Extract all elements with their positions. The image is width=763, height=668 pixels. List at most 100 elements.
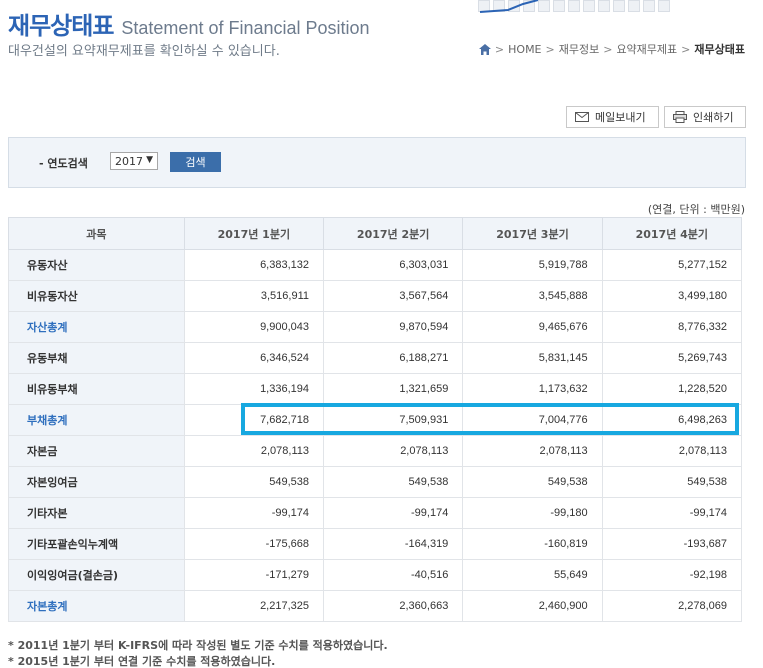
- column-header-q3: 2017년 3분기: [462, 217, 603, 250]
- page-title-korean: 재무상태표: [8, 12, 114, 40]
- print-button[interactable]: 인쇄하기: [664, 106, 746, 128]
- chevron-right-icon: >: [545, 42, 555, 56]
- table-cell: 2,078,113: [322, 435, 464, 467]
- send-mail-label: 메일보내기: [595, 111, 646, 124]
- chevron-right-icon: >: [681, 42, 691, 56]
- table-cell: 2,360,663: [322, 590, 464, 622]
- column-header-q4: 2017년 4분기: [601, 217, 743, 250]
- table-cell: 5,269,743: [601, 342, 743, 374]
- row-label: 부채총계: [8, 404, 185, 436]
- table-row: 기타포괄손익누계액 -175,668 -164,319 -160,819 -193,68…: [8, 528, 743, 560]
- breadcrumb: > HOME > 재무정보 > 요약재무제표 > 재무상태표: [478, 41, 745, 57]
- table-cell: 6,303,031: [322, 249, 464, 281]
- column-header-q2: 2017년 2분기: [322, 217, 464, 250]
- table-header-row: 과목 2017년 1분기 2017년 2분기 2017년 3분기 2017년 4…: [8, 217, 743, 250]
- year-search-label: - 연도검색: [39, 157, 88, 170]
- table-cell: 6,346,524: [183, 342, 325, 374]
- total-liabilities-highlight-box: [241, 403, 739, 435]
- table-cell: -160,819: [462, 528, 603, 560]
- print-label: 인쇄하기: [693, 111, 734, 124]
- row-label: 자본잉여금: [8, 466, 185, 498]
- table-row: 자본잉여금 549,538 549,538 549,538 549,538: [8, 466, 743, 498]
- table-cell: 549,538: [462, 466, 603, 498]
- footnotes: * 2011년 1분기 부터 K-IFRS에 따라 작성된 별도 기준 수치를 …: [8, 638, 388, 668]
- row-label: 유동자산: [8, 249, 185, 281]
- table-cell: 2,078,113: [183, 435, 325, 467]
- table-cell: 9,465,676: [462, 311, 603, 343]
- breadcrumb-summary-statements[interactable]: 요약재무제표: [616, 41, 677, 57]
- table-cell: 1,321,659: [322, 373, 464, 405]
- table-cell: 549,538: [601, 466, 743, 498]
- row-label: 자산총계: [8, 311, 185, 343]
- table-row: 유동자산 6,383,132 6,303,031 5,919,788 5,277,152: [8, 249, 743, 281]
- row-label: 이익잉여금(결손금): [8, 559, 185, 591]
- table-cell: 549,538: [322, 466, 464, 498]
- table-cell: -40,516: [322, 559, 464, 591]
- breadcrumb-current: 재무상태표: [694, 43, 745, 56]
- page-title-english: Statement of Financial Position: [121, 18, 370, 38]
- table-cell: 55,649: [462, 559, 603, 591]
- table-cell: 5,831,145: [462, 342, 603, 374]
- table-cell: -99,174: [183, 497, 325, 529]
- table-row: 자본금 2,078,113 2,078,113 2,078,113 2,078,113: [8, 435, 743, 467]
- column-header-account: 과목: [8, 217, 185, 250]
- year-select[interactable]: 2017 ▼: [110, 152, 158, 170]
- table-row: 이익잉여금(결손금) -171,279 -40,516 55,649 -92,198: [8, 559, 743, 591]
- dropdown-arrow-icon: ▼: [146, 155, 153, 165]
- table-cell: 3,516,911: [183, 280, 325, 312]
- table-cell: -99,180: [462, 497, 603, 529]
- column-header-q1: 2017년 1분기: [183, 217, 325, 250]
- table-cell: 9,900,043: [183, 311, 325, 343]
- row-label: 비유동자산: [8, 280, 185, 312]
- table-cell: 2,078,113: [462, 435, 603, 467]
- row-label: 자본총계: [8, 590, 185, 622]
- table-row: 유동부채 6,346,524 6,188,271 5,831,145 5,269,743: [8, 342, 743, 374]
- table-cell: 3,545,888: [462, 280, 603, 312]
- row-label: 비유동부채: [8, 373, 185, 405]
- year-search-panel: - 연도검색 2017 ▼ 검색: [8, 137, 746, 188]
- table-cell: -92,198: [601, 559, 743, 591]
- table-cell: 1,228,520: [601, 373, 743, 405]
- table-cell: 5,277,152: [601, 249, 743, 281]
- page-title: 재무상태표 Statement of Financial Position: [8, 6, 370, 41]
- table-cell: -164,319: [322, 528, 464, 560]
- chevron-right-icon: >: [494, 42, 505, 56]
- table-cell: -99,174: [601, 497, 743, 529]
- table-cell: -99,174: [322, 497, 464, 529]
- table-row: 자본총계 2,217,325 2,360,663 2,460,900 2,278,069: [8, 590, 743, 622]
- table-cell: 2,078,113: [601, 435, 743, 467]
- row-label: 기타자본: [8, 497, 185, 529]
- header-graph-image: [478, 0, 676, 16]
- table-cell: -193,687: [601, 528, 743, 560]
- table-row: 비유동부채 1,336,194 1,321,659 1,173,632 1,228,52…: [8, 373, 743, 405]
- breadcrumb-financial-info[interactable]: 재무정보: [559, 41, 599, 57]
- breadcrumb-home[interactable]: HOME: [508, 43, 541, 56]
- table-row: 자산총계 9,900,043 9,870,594 9,465,676 8,776,332: [8, 311, 743, 343]
- footnote: * 2011년 1분기 부터 K-IFRS에 따라 작성된 별도 기준 수치를 …: [8, 639, 388, 652]
- table-cell: 1,336,194: [183, 373, 325, 405]
- table-cell: -175,668: [183, 528, 325, 560]
- table-cell: 1,173,632: [462, 373, 603, 405]
- table-cell: 6,188,271: [322, 342, 464, 374]
- home-icon[interactable]: [478, 43, 491, 55]
- unit-note: (연결, 단위 : 백만원): [647, 203, 745, 216]
- table-cell: 5,919,788: [462, 249, 603, 281]
- table-cell: 2,278,069: [601, 590, 743, 622]
- page-subtitle: 대우건설의 요약재무제표를 확인하실 수 있습니다.: [8, 44, 280, 59]
- year-select-value: 2017: [115, 154, 143, 168]
- table-row: 비유동자산 3,516,911 3,567,564 3,545,888 3,499,18…: [8, 280, 743, 312]
- table-cell: 8,776,332: [601, 311, 743, 343]
- chevron-right-icon: >: [603, 42, 613, 56]
- mail-icon: [575, 112, 589, 122]
- table-row: 기타자본 -99,174 -99,174 -99,180 -99,174: [8, 497, 743, 529]
- table-cell: -171,279: [183, 559, 325, 591]
- search-button[interactable]: 검색: [170, 152, 221, 172]
- table-cell: 3,567,564: [322, 280, 464, 312]
- table-cell: 549,538: [183, 466, 325, 498]
- table-cell: 2,460,900: [462, 590, 603, 622]
- row-label: 유동부채: [8, 342, 185, 374]
- send-mail-button[interactable]: 메일보내기: [566, 106, 659, 128]
- table-cell: 9,870,594: [322, 311, 464, 343]
- table-cell: 6,383,132: [183, 249, 325, 281]
- row-label: 자본금: [8, 435, 185, 467]
